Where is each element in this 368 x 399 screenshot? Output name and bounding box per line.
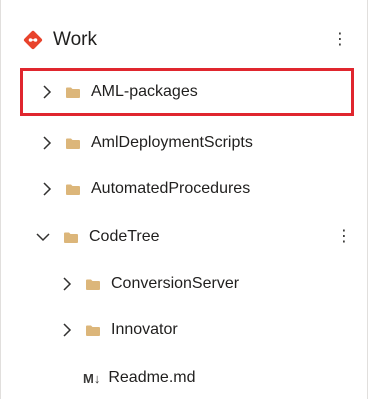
folder-icon	[85, 277, 101, 291]
repo-title: Work	[53, 29, 97, 50]
tree-item-label: Readme.md	[108, 369, 196, 386]
tree-item-aml-packages[interactable]: AML-packages	[1, 73, 368, 111]
tree-item-label: AML-packages	[91, 83, 198, 100]
chevron-down-icon[interactable]	[35, 229, 51, 245]
tree-item-label: ConversionServer	[111, 275, 240, 292]
chevron-right-icon[interactable]	[39, 135, 55, 151]
tree-item-amldeploymentscripts[interactable]: AmlDeploymentScripts	[1, 124, 368, 162]
folder-icon	[65, 85, 81, 99]
codetree-more-options-icon[interactable]: ⋮	[336, 227, 352, 247]
chevron-right-icon[interactable]	[39, 84, 55, 100]
folder-icon	[63, 230, 79, 244]
repo-explorer-panel: Work ⋮ AML-packages AmlDeploymentScripts…	[0, 0, 368, 399]
tree-item-readme[interactable]: M↓ Readme.md	[1, 359, 368, 397]
tree-item-label: Innovator	[111, 321, 178, 338]
folder-icon	[85, 323, 101, 337]
markdown-file-icon: M↓	[83, 370, 101, 386]
folder-icon	[65, 136, 81, 150]
repo-header: Work ⋮	[23, 26, 353, 54]
tree-item-label: AmlDeploymentScripts	[91, 134, 253, 151]
tree-item-conversionserver[interactable]: ConversionServer	[1, 265, 368, 303]
chevron-right-icon[interactable]	[59, 276, 75, 292]
tree-item-automatedprocedures[interactable]: AutomatedProcedures	[1, 170, 368, 208]
chevron-right-icon[interactable]	[39, 181, 55, 197]
tree-item-innovator[interactable]: Innovator	[1, 311, 368, 349]
tree-item-label: CodeTree	[89, 228, 160, 245]
git-repo-icon	[23, 30, 43, 50]
tree-item-codetree[interactable]: CodeTree ⋮	[1, 218, 368, 256]
repo-more-options-icon[interactable]: ⋮	[332, 30, 348, 50]
tree-item-label: AutomatedProcedures	[91, 180, 251, 197]
folder-icon	[65, 182, 81, 196]
chevron-right-icon[interactable]	[59, 322, 75, 338]
